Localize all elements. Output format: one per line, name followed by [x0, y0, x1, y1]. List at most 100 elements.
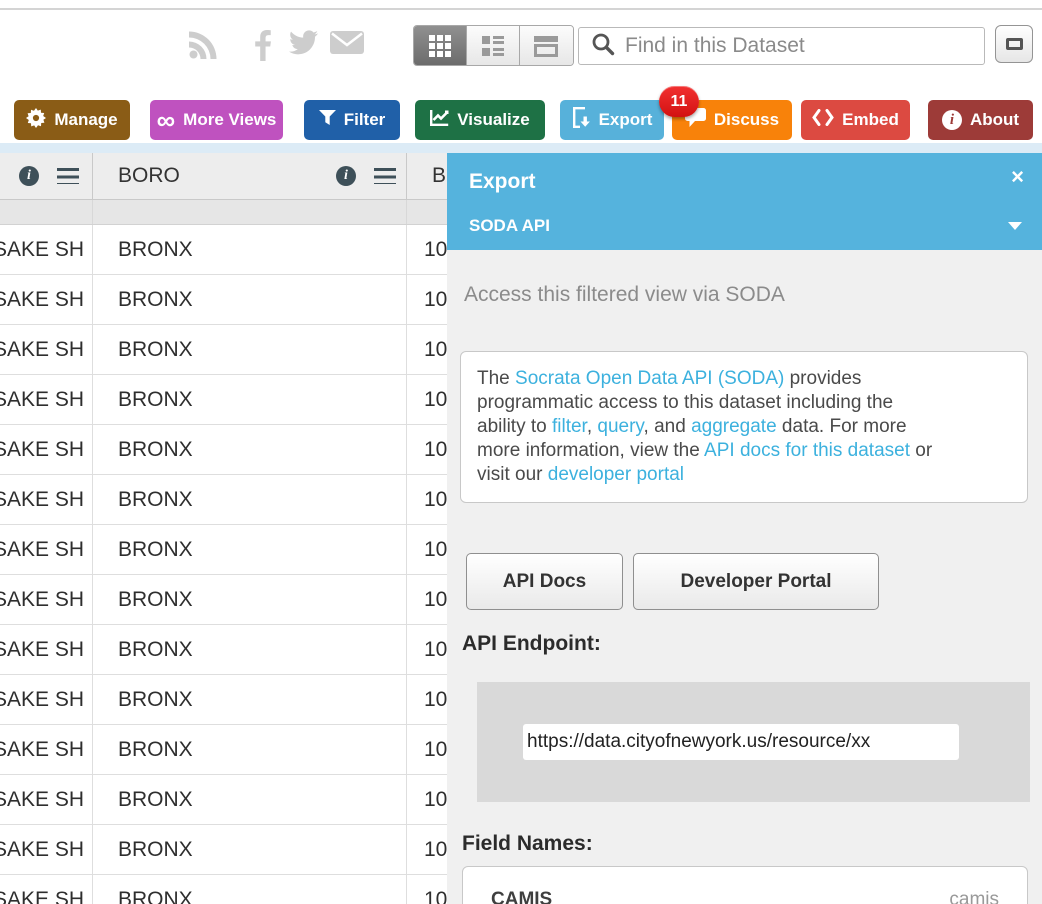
twitter-icon[interactable]	[289, 30, 318, 55]
cell-boro[interactable]: BRONX	[93, 475, 407, 524]
toolbar-divider	[0, 143, 1042, 153]
column-info-icon[interactable]: i	[336, 166, 356, 186]
socrata-dataset-page: Manage ∞ More Views Filter Visualize Exp…	[0, 0, 1042, 904]
cell-boro[interactable]: BRONX	[93, 275, 407, 324]
developer-portal-button[interactable]: Developer Portal	[633, 553, 879, 610]
cell-boro[interactable]: BRONX	[93, 725, 407, 774]
code-brackets-icon	[812, 109, 834, 131]
cell-name[interactable]: SAKE SH	[0, 425, 93, 474]
text-segment: more information, view the	[477, 440, 704, 461]
text-segment: data. For more	[777, 416, 907, 437]
cell-name[interactable]: SAKE SH	[0, 625, 93, 674]
cell-boro[interactable]: BRONX	[93, 575, 407, 624]
infinity-icon: ∞	[157, 110, 176, 130]
facebook-icon[interactable]	[255, 30, 272, 61]
manage-button[interactable]: Manage	[14, 100, 130, 140]
cell-boro[interactable]: BRONX	[93, 525, 407, 574]
page-view-button[interactable]	[520, 26, 573, 65]
cell-boro[interactable]: BRONX	[93, 375, 407, 424]
search-input[interactable]	[625, 34, 976, 58]
field-names-label: Field Names:	[462, 832, 1042, 856]
api-docs-button[interactable]: API Docs	[466, 553, 623, 610]
soda-description-box: The Socrata Open Data API (SODA) provide…	[460, 351, 1028, 503]
inline-link[interactable]: developer portal	[548, 464, 684, 485]
cell-boro[interactable]: BRONX	[93, 225, 407, 274]
inline-link[interactable]: Socrata Open Data API (SODA)	[515, 368, 784, 389]
cell-name[interactable]: SAKE SH	[0, 775, 93, 824]
visualize-label: Visualize	[457, 110, 529, 130]
inline-link[interactable]: aggregate	[691, 416, 777, 437]
cell-name[interactable]: SAKE SH	[0, 575, 93, 624]
field-row: CAMIScamis	[491, 889, 999, 904]
search-icon	[591, 32, 615, 61]
visualize-button[interactable]: Visualize	[415, 100, 545, 140]
text-segment: programmatic access to this dataset incl…	[477, 392, 893, 413]
toolbar: Manage ∞ More Views Filter Visualize Exp…	[14, 100, 1033, 140]
close-icon[interactable]: ×	[1011, 167, 1024, 187]
text-segment: visit our	[477, 464, 548, 485]
cell-name[interactable]: SAKE SH	[0, 325, 93, 374]
cell-name[interactable]: SAKE SH	[0, 825, 93, 874]
cell-boro[interactable]: BRONX	[93, 625, 407, 674]
inline-link[interactable]: query	[597, 416, 643, 437]
cell-boro[interactable]: BRONX	[93, 775, 407, 824]
text-segment: The	[477, 368, 515, 389]
filter-button[interactable]: Filter	[304, 100, 400, 140]
about-button[interactable]: i About	[928, 100, 1033, 140]
manage-label: Manage	[54, 110, 117, 130]
cell-boro[interactable]: BRONX	[93, 825, 407, 874]
column-header-boro[interactable]: BORO i	[93, 153, 407, 199]
column-header-1[interactable]: i	[0, 153, 93, 199]
export-button[interactable]: Export	[560, 100, 664, 140]
text-segment: ability to	[477, 416, 552, 437]
discuss-label: Discuss	[714, 110, 779, 130]
email-icon[interactable]	[330, 30, 364, 55]
cell-boro[interactable]: BRONX	[93, 325, 407, 374]
dataset-search	[578, 27, 985, 65]
cell-name[interactable]: SAKE SH	[0, 475, 93, 524]
cell-boro[interactable]: BRONX	[93, 675, 407, 724]
view-mode-toggle	[413, 25, 574, 66]
cell-name[interactable]: SAKE SH	[0, 275, 93, 324]
api-button-row: API Docs Developer Portal	[466, 553, 1042, 610]
fullscreen-button[interactable]	[995, 25, 1033, 63]
funnel-icon	[319, 110, 336, 131]
text-segment: provides	[784, 368, 861, 389]
grid-view-button[interactable]	[414, 26, 467, 65]
column-menu-icon[interactable]	[57, 168, 79, 184]
discuss-count-badge[interactable]: 11	[659, 86, 699, 117]
soda-api-section-header[interactable]: SODA API	[447, 194, 1042, 250]
api-endpoint-label: API Endpoint:	[462, 632, 1042, 656]
inline-link[interactable]: filter	[552, 416, 587, 437]
text-segment: ,	[587, 416, 598, 437]
cell-name[interactable]: SAKE SH	[0, 675, 93, 724]
section-label: SODA API	[469, 216, 550, 236]
column-label: B	[432, 164, 446, 188]
cell-name[interactable]: SAKE SH	[0, 225, 93, 274]
chart-icon	[430, 109, 449, 131]
column-menu-icon[interactable]	[374, 168, 396, 184]
inline-link[interactable]: API docs for this dataset	[704, 440, 910, 461]
header-bar	[0, 10, 1042, 92]
column-info-icon[interactable]: i	[19, 166, 39, 186]
more-views-button[interactable]: ∞ More Views	[150, 100, 283, 140]
export-panel-header: Export × SODA API	[447, 153, 1042, 250]
embed-button[interactable]: Embed	[801, 100, 910, 140]
chevron-down-icon[interactable]	[1008, 222, 1022, 230]
column-label: BORO	[118, 164, 180, 188]
cell-boro[interactable]: BRONX	[93, 425, 407, 474]
gear-icon	[26, 108, 46, 133]
cell-boro[interactable]: BRONX	[93, 875, 407, 904]
cell-name[interactable]: SAKE SH	[0, 525, 93, 574]
cell-name[interactable]: SAKE SH	[0, 725, 93, 774]
soda-intro-text: Access this filtered view via SODA	[464, 283, 1042, 307]
cell-name[interactable]: SAKE SH	[0, 875, 93, 904]
cell-name[interactable]: SAKE SH	[0, 375, 93, 424]
api-endpoint-input[interactable]	[523, 724, 959, 760]
rich-view-button[interactable]	[467, 26, 520, 65]
fullscreen-icon	[1006, 38, 1023, 50]
more-views-label: More Views	[183, 110, 276, 130]
field-names-box: CAMIScamis	[462, 866, 1028, 904]
rss-icon[interactable]	[188, 30, 218, 60]
api-endpoint-box	[477, 682, 1030, 802]
